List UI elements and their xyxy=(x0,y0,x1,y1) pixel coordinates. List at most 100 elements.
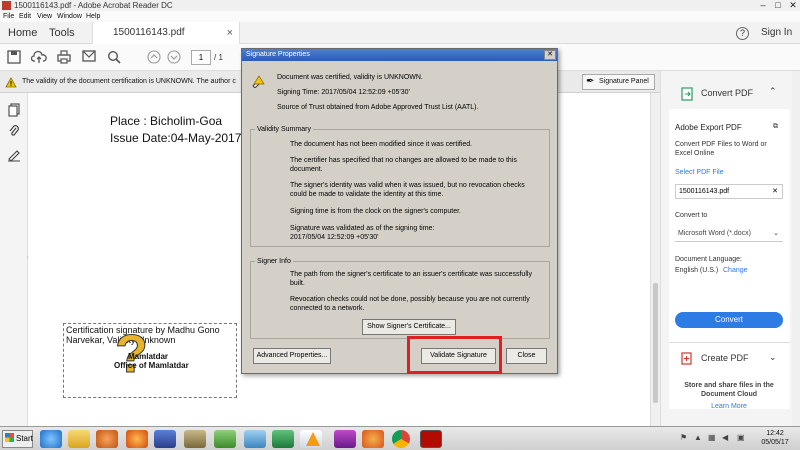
advanced-properties-button[interactable]: Advanced Properties... xyxy=(253,348,331,364)
validity-item: The certifier has specified that no chan… xyxy=(290,157,517,173)
menu-edit[interactable]: Edit xyxy=(19,11,31,22)
signature-panel-button[interactable]: ✒ Signature Panel xyxy=(582,74,655,90)
firefox-icon[interactable] xyxy=(126,430,148,448)
search-icon[interactable] xyxy=(106,50,122,66)
collapse-convert-icon[interactable]: ⌃ xyxy=(769,86,777,97)
validity-summary-label: Validity Summary xyxy=(255,125,313,134)
doc-issue-date: Issue Date:04-May-2017 xyxy=(110,131,242,145)
page-number-input[interactable]: 1 xyxy=(191,50,211,65)
select-file-link[interactable]: Select PDF File xyxy=(675,169,724,176)
learn-more-link[interactable]: Learn More xyxy=(675,403,783,410)
doc-language-label: Document Language: xyxy=(675,256,742,263)
print-icon[interactable] xyxy=(56,50,72,66)
summary-line-status: Document was certified, validity is UNKN… xyxy=(277,74,423,81)
app-icon-4[interactable] xyxy=(244,430,266,448)
start-label: Start xyxy=(16,434,33,443)
app-icon-7[interactable] xyxy=(362,430,384,448)
seal-line1: Mamlatdar xyxy=(128,352,169,361)
dialog-close-icon[interactable]: ✕ xyxy=(544,50,556,60)
chrome-icon[interactable] xyxy=(392,430,410,448)
remove-file-icon[interactable]: ✕ xyxy=(772,185,778,198)
divider xyxy=(669,342,790,343)
page-up-icon[interactable] xyxy=(146,50,162,66)
acrobat-taskbar-icon[interactable] xyxy=(420,430,442,448)
seal-line2: Office of Mamlatdar xyxy=(114,361,189,370)
ie-icon[interactable] xyxy=(40,430,62,448)
app-icon-6[interactable] xyxy=(334,430,356,448)
dialog-title: Signature Properties xyxy=(246,51,310,58)
clock-time: 12:42 xyxy=(766,430,784,437)
media-player-icon[interactable] xyxy=(96,430,118,448)
app-icon-1[interactable] xyxy=(154,430,176,448)
validity-item: The document has not been modified since… xyxy=(290,141,473,148)
selected-file-name: 1500116143.pdf xyxy=(679,188,730,195)
tab-home[interactable]: Home xyxy=(8,22,37,44)
clock-date: 05/05/17 xyxy=(761,439,789,446)
app-icon-3[interactable] xyxy=(214,430,236,448)
signature-pen-icon: ✒ xyxy=(586,76,595,87)
convert-format-dropdown[interactable]: Microsoft Word (*.docx) ⌄ xyxy=(675,227,783,242)
menu-window[interactable]: Window xyxy=(57,11,82,22)
summary-line-time: Signing Time: 2017/05/04 12:52:09 +05'30… xyxy=(277,89,410,96)
signatures-icon[interactable] xyxy=(6,148,22,164)
signature-panel-label: Signature Panel xyxy=(599,78,649,85)
start-button[interactable]: Start xyxy=(2,430,33,448)
selected-file-field[interactable]: 1500116143.pdf ✕ xyxy=(675,184,783,199)
page-down-icon[interactable] xyxy=(166,50,182,66)
doc-place: Place : Bicholim-Goa xyxy=(110,114,223,128)
copy-icon[interactable]: ⧉ xyxy=(773,123,778,131)
email-icon[interactable] xyxy=(81,50,97,66)
show-signer-certificate-button[interactable]: Show Signer's Certificate... xyxy=(362,319,456,335)
vlc-icon[interactable] xyxy=(306,432,320,446)
validity-item: The signer's identity was valid when it … xyxy=(290,182,525,198)
app-icon-2[interactable] xyxy=(184,430,206,448)
tab-tools[interactable]: Tools xyxy=(49,22,75,44)
maximize-button[interactable]: □ xyxy=(771,0,785,11)
attachments-icon[interactable] xyxy=(6,124,22,140)
upload-cloud-icon[interactable] xyxy=(30,50,47,66)
acrobat-app-icon xyxy=(2,1,11,10)
tray-volume-icon[interactable]: ◀ xyxy=(722,433,728,442)
scroll-thumb[interactable] xyxy=(653,283,658,403)
validity-item: Signing time is from the clock on the si… xyxy=(290,208,461,215)
convert-button[interactable]: Convert xyxy=(675,312,783,328)
tray-network-icon[interactable]: ▦ xyxy=(708,433,716,442)
minimize-button[interactable]: – xyxy=(756,0,770,11)
notification-message: The validity of the document certificati… xyxy=(22,78,236,85)
right-panel-scrollbar[interactable] xyxy=(792,71,800,426)
save-icon[interactable] xyxy=(6,50,22,66)
tab-document[interactable]: 1500116143.pdf × xyxy=(92,22,240,45)
sign-in-link[interactable]: Sign In xyxy=(761,22,792,44)
system-clock[interactable]: 12:42 05/05/17 xyxy=(752,429,798,447)
store-share-text: Store and share files in the Document Cl… xyxy=(684,382,774,398)
help-icon[interactable]: ? xyxy=(736,27,749,40)
window-close-button[interactable]: ✕ xyxy=(786,0,800,11)
create-pdf-header[interactable]: Create PDF xyxy=(701,353,749,363)
tray-arrow-icon[interactable]: ▲ xyxy=(694,433,702,442)
excel-icon[interactable] xyxy=(272,430,294,448)
document-scrollbar[interactable] xyxy=(650,93,660,426)
page-thumbnails-icon[interactable] xyxy=(6,103,22,119)
tray-flag-icon[interactable]: ⚑ xyxy=(680,433,687,442)
validate-highlight-box xyxy=(407,336,502,374)
convert-to-label: Convert to xyxy=(675,212,708,219)
convert-pdf-header[interactable]: Convert PDF xyxy=(701,88,753,98)
menu-view[interactable]: View xyxy=(37,11,52,22)
close-button[interactable]: Close xyxy=(506,348,547,364)
expand-create-icon[interactable]: ⌄ xyxy=(769,352,777,363)
doc-language-value: English (U.S.) xyxy=(675,267,719,274)
convert-format-value: Microsoft Word (*.docx) xyxy=(678,230,751,237)
menu-file[interactable]: File xyxy=(3,11,14,22)
tray-app-icon[interactable]: ▣ xyxy=(737,433,745,442)
folder-icon[interactable] xyxy=(68,430,90,448)
signer-info-label: Signer Info xyxy=(255,257,293,266)
doc-tab-label: 1500116143.pdf xyxy=(113,27,185,38)
summary-line-trust: Source of Trust obtained from Adobe Appr… xyxy=(277,104,479,111)
create-pdf-icon xyxy=(681,352,692,370)
export-description: Convert PDF Files to Word or Excel Onlin… xyxy=(675,141,767,157)
validity-unknown-icon xyxy=(251,75,265,90)
windows-logo-icon xyxy=(5,433,14,442)
doc-tab-close-icon[interactable]: × xyxy=(227,22,233,44)
menu-help[interactable]: Help xyxy=(86,11,100,22)
change-language-link[interactable]: Change xyxy=(723,267,748,274)
